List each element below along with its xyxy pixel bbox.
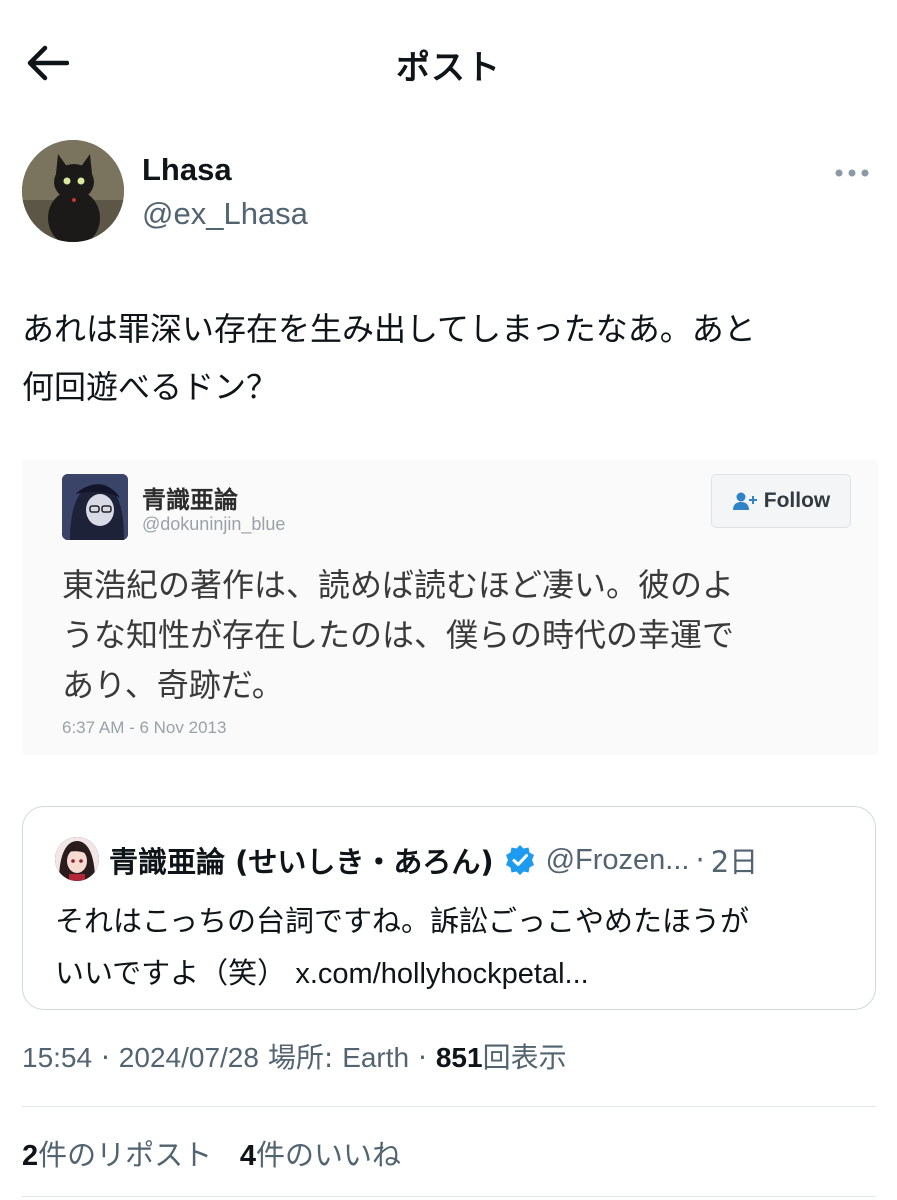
quoted-avatar: [55, 837, 99, 881]
embedded-text-line: あり、奇跡だ。: [62, 666, 284, 704]
follow-label: Follow: [763, 489, 831, 512]
attached-image[interactable]: 青識亜論 @dokuninjin_blue Follow 東浩紀の著作は、読めば…: [22, 460, 878, 755]
post-time[interactable]: 15:54: [22, 1042, 92, 1073]
post-text: あれは罪深い存在を生み出してしまったなあ。あと 何回遊べるドン？: [22, 300, 872, 416]
embedded-text: 東浩紀の著作は、読めば読むほど凄い。彼のよ うな知性が存在したのは、僕らの時代の…: [62, 560, 862, 710]
separator-dot: ·: [695, 843, 705, 877]
quoted-link[interactable]: x.com/hollyhockpetal...: [295, 958, 588, 990]
quoted-text-line: いいですよ（笑） x.com/hollyhockpetal...: [55, 947, 855, 1000]
author-name[interactable]: Lhasa: [142, 152, 232, 188]
embedded-text-line: 東浩紀の著作は、読めば読むほど凄い。彼のよ: [62, 566, 735, 604]
embedded-timestamp: 6:37 AM - 6 Nov 2013: [62, 718, 227, 737]
separator-dot: ·: [100, 1041, 110, 1074]
location-label: 場所:: [267, 1041, 334, 1074]
author-handle: @ex_Lhasa: [142, 196, 308, 231]
quoted-text-line: それはこっちの台詞ですね。訴訟ごっこやめたほうが: [55, 904, 749, 938]
embedded-avatar: [62, 474, 128, 540]
reposts-stat[interactable]: 2件のリポスト: [22, 1138, 221, 1172]
likes-stat[interactable]: 4件のいいね: [240, 1138, 401, 1172]
top-bar: ポスト: [0, 0, 897, 125]
author-row: Lhasa @ex_Lhasa: [22, 140, 882, 245]
embedded-text-line: うな知性が存在したのは、僕らの時代の幸運で: [62, 616, 735, 654]
quoted-handle: @Frozen...: [545, 843, 690, 876]
likes-count: 4: [239, 1140, 256, 1172]
quoted-name: 青識亜論 (せいしき・あろん): [109, 845, 494, 879]
embedded-follow-button: Follow: [711, 474, 851, 528]
anime-avatar-icon: [62, 474, 128, 540]
likes-label: 件のいいね: [255, 1138, 401, 1172]
more-horizontal-icon: [835, 169, 869, 177]
anime-girl-avatar-icon: [55, 837, 99, 881]
page-title: ポスト: [396, 48, 501, 88]
cat-avatar-icon: [22, 140, 124, 242]
verified-badge-icon: [505, 845, 534, 875]
separator-dot: ·: [418, 1041, 427, 1074]
reposts-count: 2: [22, 1140, 39, 1172]
quoted-post-card[interactable]: 青識亜論 (せいしき・あろん) @Frozen... · 2日 それはこっちの台…: [22, 806, 876, 1010]
embedded-handle: @dokuninjin_blue: [142, 514, 286, 534]
post-text-line: 何回遊べるドン？: [22, 368, 279, 406]
divider: [22, 1196, 876, 1197]
quoted-text-prefix: いいですよ（笑）: [55, 956, 287, 990]
post-meta: 15:54 · 2024/07/28 場所: Earth · 851回表示: [22, 1036, 567, 1076]
add-user-icon: [732, 492, 757, 510]
quoted-header: 青識亜論 (せいしき・あろん) @Frozen... · 2日: [109, 839, 758, 881]
more-options-button[interactable]: [830, 158, 874, 188]
quoted-age: 2日: [710, 845, 759, 879]
views-label: 回表示: [482, 1041, 567, 1074]
avatar[interactable]: [22, 140, 124, 242]
location-value: Earth: [342, 1042, 410, 1073]
views-count: 851: [435, 1042, 483, 1073]
reposts-label: 件のリポスト: [38, 1138, 213, 1172]
embedded-name: 青識亜論: [142, 486, 238, 514]
post-text-line: あれは罪深い存在を生み出してしまったなあ。あと: [22, 310, 756, 348]
post-date[interactable]: 2024/07/28: [119, 1042, 259, 1073]
divider: [22, 1106, 876, 1107]
quoted-text: それはこっちの台詞ですね。訴訟ごっこやめたほうが いいですよ（笑） x.com/…: [55, 895, 855, 1000]
engagement-stats: 2件のリポスト 4件のいいね: [22, 1132, 401, 1174]
